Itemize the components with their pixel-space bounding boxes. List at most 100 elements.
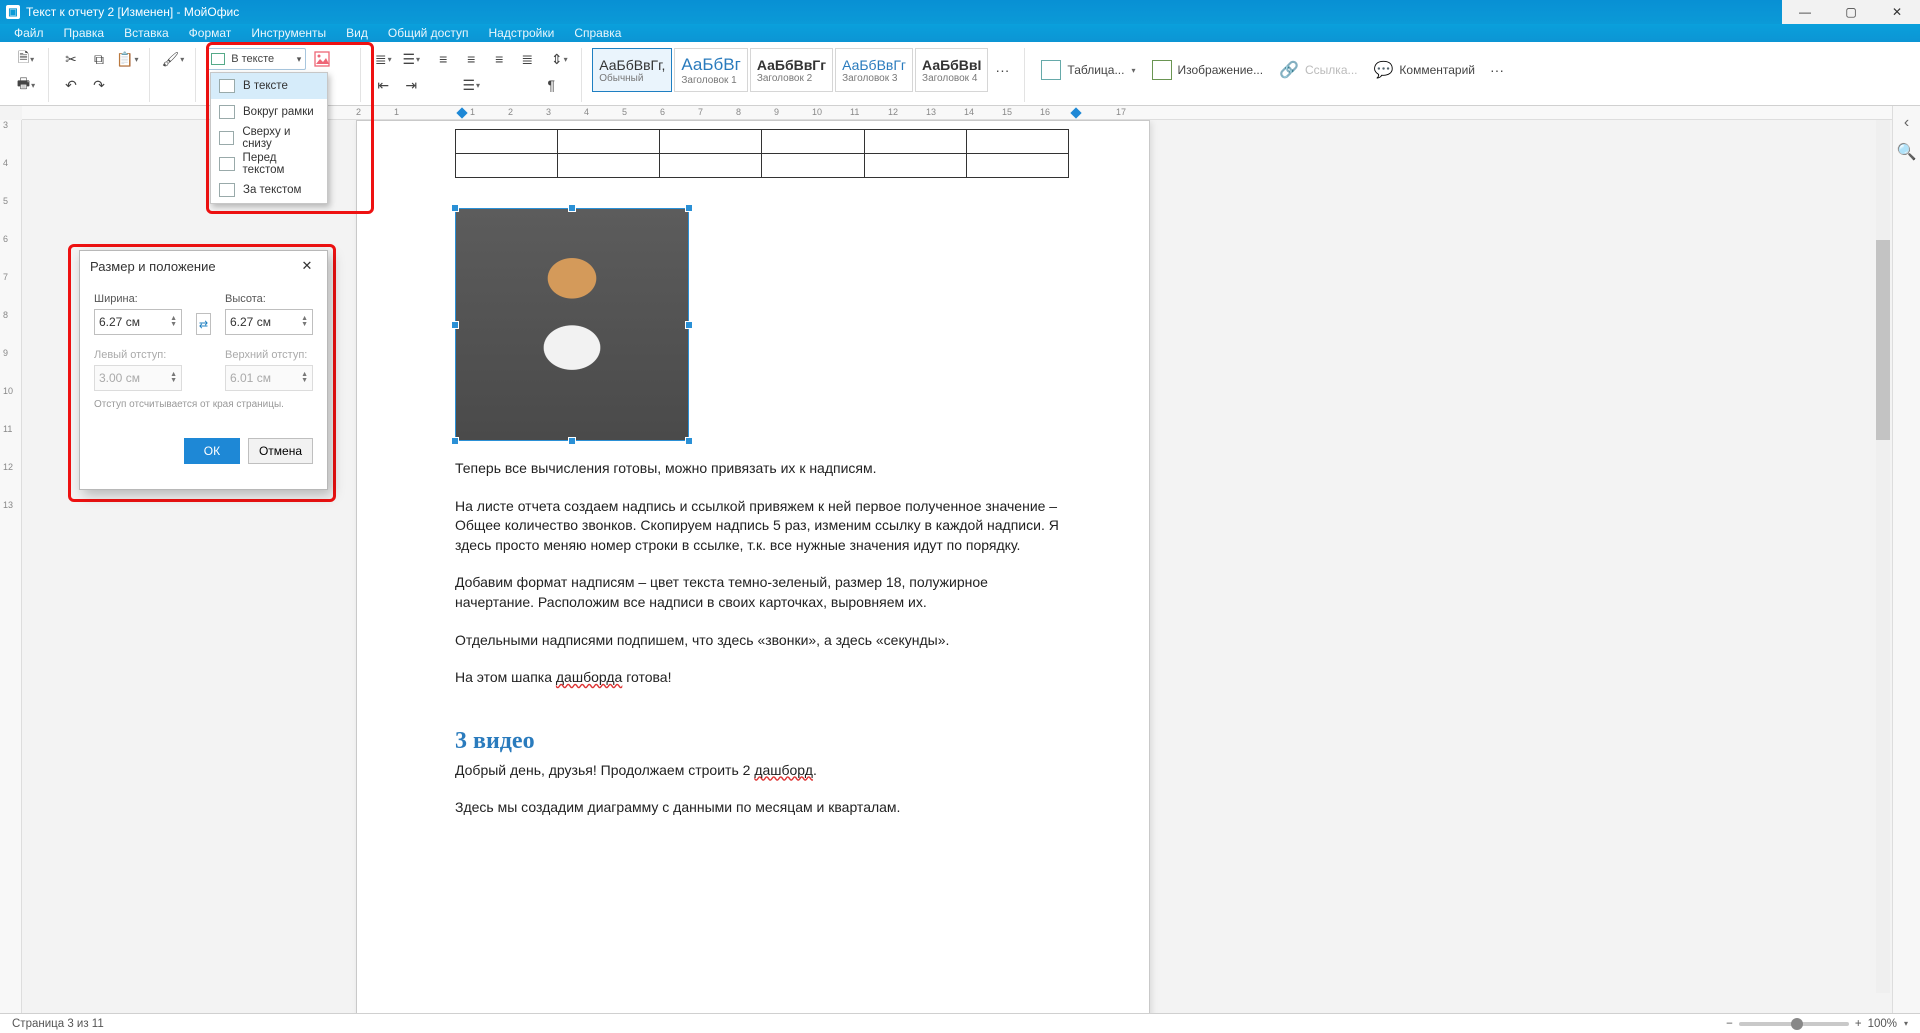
scrollbar-thumb[interactable] (1876, 240, 1890, 440)
ribbon-group-styles: АаБбВвГг, Обычный АаБбВг Заголовок 1 АаБ… (586, 46, 1020, 106)
ribbon-group-file: 🗎▾ 🖶▾ (8, 46, 44, 106)
resize-handle-mr[interactable] (685, 321, 693, 329)
vertical-scrollbar[interactable] (1876, 120, 1890, 993)
sidepanel-search-icon[interactable]: 🔍 (1897, 142, 1917, 162)
zoom-slider[interactable] (1739, 1022, 1849, 1026)
doc-heading3[interactable]: 3 видео (455, 728, 1069, 755)
insert-link-button[interactable]: 🔗 Ссылка... (1273, 57, 1363, 83)
increase-indent-button[interactable]: ⇥ (399, 73, 423, 97)
decrease-indent-button[interactable]: ⇤ (371, 73, 395, 97)
menu-format[interactable]: Формат (179, 25, 242, 41)
chevron-down-icon[interactable]: ▾ (1904, 1019, 1908, 1028)
copy-button[interactable]: ⧉ (87, 47, 111, 71)
zoom-out-button[interactable]: − (1726, 1018, 1733, 1030)
size-position-dialog: Размер и положение ✕ Ширина: 6.27 см▲▼ ⇄… (79, 250, 328, 490)
wrap-option-topbottom[interactable]: Сверху и снизу (211, 125, 327, 151)
resize-handle-tr[interactable] (685, 204, 693, 212)
menu-view[interactable]: Вид (336, 25, 378, 41)
wrap-option-inline[interactable]: В тексте (211, 73, 327, 99)
doc-paragraph[interactable]: Добрый день, друзья! Продолжаем строить … (455, 761, 1069, 781)
align-center-button[interactable]: ≡ (459, 47, 483, 71)
doc-paragraph[interactable]: Отдельными надписями подпишем, что здесь… (455, 631, 1069, 651)
window-maximize-button[interactable]: ▢ (1828, 0, 1874, 24)
ribbon-group-edit: ✂ ⧉ 📋▾ ↶ ↷ (53, 46, 145, 106)
doc-paragraph[interactable]: Теперь все вычисления готовы, можно прив… (455, 459, 1069, 479)
window-minimize-button[interactable]: — (1782, 0, 1828, 24)
insert-more-button[interactable]: ··· (1485, 58, 1509, 82)
insert-comment-button[interactable]: 💬 Комментарий (1368, 57, 1482, 83)
chevron-down-icon: ▾ (297, 54, 302, 65)
resize-handle-tl[interactable] (451, 204, 459, 212)
height-input[interactable]: 6.27 см▲▼ (225, 309, 313, 335)
width-input[interactable]: 6.27 см▲▼ (94, 309, 182, 335)
lock-aspect-button[interactable]: ⇄ (196, 313, 211, 335)
resize-handle-br[interactable] (685, 437, 693, 445)
text-wrap-combo[interactable]: В тексте ▾ (206, 48, 306, 70)
document-table[interactable] (455, 129, 1069, 178)
doc-paragraph[interactable]: Добавим формат надписям – цвет текста те… (455, 573, 1069, 612)
resize-handle-tm[interactable] (568, 204, 576, 212)
style-heading4[interactable]: АаБбВвІ Заголовок 4 (915, 48, 988, 92)
window-title: Текст к отчету 2 [Изменен] - МойОфис (26, 5, 239, 19)
style-normal[interactable]: АаБбВвГг, Обычный (592, 48, 672, 92)
document-page: Теперь все вычисления готовы, можно прив… (356, 120, 1150, 1013)
page-status: Страница 3 из 11 (12, 1018, 104, 1030)
numbered-list-button[interactable]: ☰▾ (399, 47, 423, 71)
comment-icon: 💬 (1374, 60, 1394, 80)
dialog-close-button[interactable]: ✕ (297, 256, 317, 276)
cancel-button[interactable]: Отмена (248, 438, 313, 464)
paragraph-marks-button[interactable]: ¶ (539, 73, 563, 97)
style-heading2[interactable]: АаБбВвГг Заголовок 2 (750, 48, 833, 92)
ruler-right-indent-marker[interactable] (1070, 107, 1081, 118)
ruler-left-indent-marker[interactable] (456, 107, 467, 118)
menu-share[interactable]: Общий доступ (378, 25, 479, 41)
undo-button[interactable]: ↶ (59, 73, 83, 97)
paste-button[interactable]: 📋▾ (115, 47, 139, 71)
sidepanel-expand-icon[interactable]: ‹ (1904, 114, 1909, 132)
menu-help[interactable]: Справка (564, 25, 631, 41)
print-button[interactable]: 🖶▾ (14, 73, 38, 97)
selected-image[interactable] (455, 208, 689, 441)
zoom-value: 100% (1868, 1018, 1897, 1030)
vertical-align-button[interactable]: ☰▾ (459, 73, 483, 97)
window-close-button[interactable]: ✕ (1874, 0, 1920, 24)
bulleted-list-button[interactable]: ≣▾ (371, 47, 395, 71)
menu-addons[interactable]: Надстройки (478, 25, 564, 41)
left-offset-input: 3.00 см▲▼ (94, 365, 182, 391)
style-heading3[interactable]: АаБбВвГг Заголовок 3 (835, 48, 913, 92)
vertical-ruler[interactable]: 345678910111213 (0, 120, 22, 1013)
insert-table-button[interactable]: Таблица...▾ (1035, 57, 1141, 83)
styles-more-button[interactable]: ··· (990, 58, 1014, 82)
menu-insert[interactable]: Вставка (114, 25, 179, 41)
image-icon (1152, 60, 1172, 80)
menu-tools[interactable]: Инструменты (241, 25, 336, 41)
ok-button[interactable]: ОК (184, 438, 240, 464)
line-spacing-button[interactable]: ⇕▾ (547, 47, 571, 71)
dialog-title: Размер и положение (90, 259, 216, 274)
style-heading1[interactable]: АаБбВг Заголовок 1 (674, 48, 747, 92)
align-justify-button[interactable]: ≣ (515, 47, 539, 71)
zoom-slider-thumb[interactable] (1791, 1018, 1803, 1030)
wrap-option-infront[interactable]: Перед текстом (211, 151, 327, 177)
align-left-button[interactable]: ≡ (431, 47, 455, 71)
align-right-button[interactable]: ≡ (487, 47, 511, 71)
insert-image-button[interactable]: Изображение... (1146, 57, 1270, 83)
wrap-option-behind[interactable]: За текстом (211, 177, 327, 203)
resize-handle-bm[interactable] (568, 437, 576, 445)
text-wrap-dropdown[interactable]: В тексте Вокруг рамки Сверху и снизу Пер… (210, 72, 328, 204)
doc-paragraph[interactable]: На этом шапка дашборда готова! (455, 668, 1069, 688)
doc-paragraph[interactable]: Здесь мы создадим диаграмму с данными по… (455, 798, 1069, 818)
menu-file[interactable]: Файл (4, 25, 54, 41)
cut-button[interactable]: ✂ (59, 47, 83, 71)
menu-edit[interactable]: Правка (54, 25, 115, 41)
image-properties-button[interactable] (310, 47, 334, 71)
redo-button[interactable]: ↷ (87, 73, 111, 97)
ribbon-group-paint: 🖌▾ (154, 46, 191, 106)
doc-paragraph[interactable]: На листе отчета создаем надпись и ссылко… (455, 497, 1069, 556)
format-painter-button[interactable]: 🖌▾ (160, 47, 185, 71)
zoom-in-button[interactable]: + (1855, 1018, 1862, 1030)
wrap-option-square[interactable]: Вокруг рамки (211, 99, 327, 125)
new-doc-button[interactable]: 🗎▾ (14, 47, 38, 71)
resize-handle-ml[interactable] (451, 321, 459, 329)
resize-handle-bl[interactable] (451, 437, 459, 445)
